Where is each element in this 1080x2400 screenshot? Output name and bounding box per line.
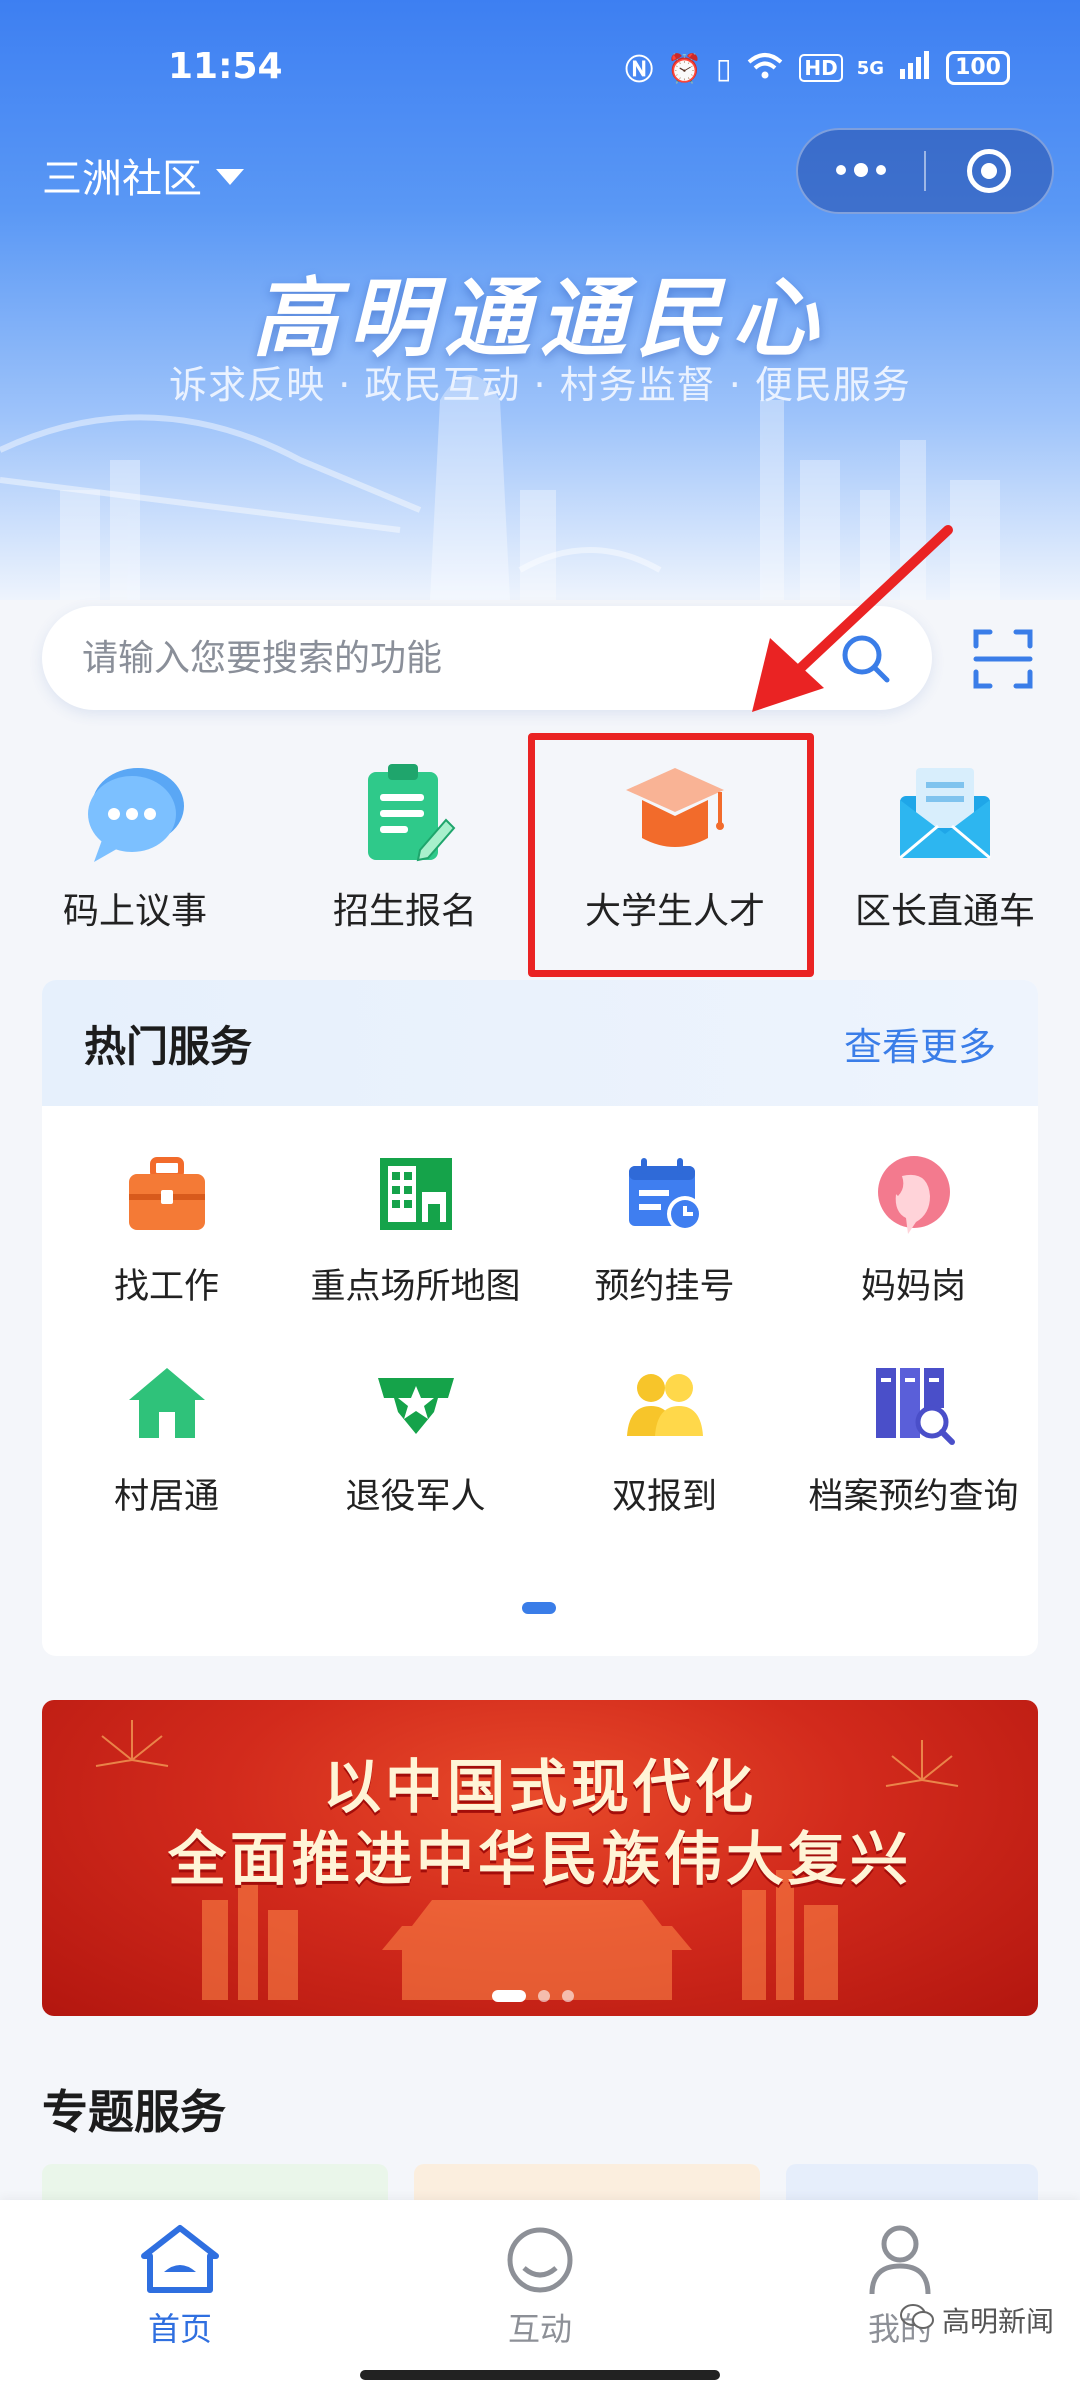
service-item[interactable]: 找工作: [42, 1106, 291, 1316]
interaction-icon: [500, 2222, 580, 2296]
service-item[interactable]: 妈妈岗: [789, 1106, 1038, 1316]
tab-home[interactable]: 首页: [80, 2222, 280, 2350]
quick-entry-label: 码上议事: [62, 891, 207, 932]
topic-cards-row: [42, 2164, 1038, 2204]
close-miniprogram-icon[interactable]: [926, 149, 1052, 193]
topic-card[interactable]: [42, 2164, 388, 2204]
service-label: 双报到: [611, 1477, 717, 1517]
promo-banner[interactable]: 以中国式现代化 全面推进中华民族伟大复兴: [42, 1700, 1038, 2016]
banner-pagination: [492, 1990, 574, 2002]
quick-entry-item[interactable]: 码上议事: [0, 740, 270, 950]
hero-subtitle: 诉求反映 · 政民互动 · 村务监督 · 便民服务: [169, 363, 911, 407]
wechat-icon: [899, 2303, 934, 2338]
wifi-icon: [745, 50, 785, 87]
nfc-icon: Ⓝ: [625, 53, 654, 86]
scan-icon[interactable]: [972, 628, 1034, 690]
quick-entry-label: 招生报名: [332, 891, 477, 932]
community-name: 三洲社区: [42, 156, 202, 202]
vibrate-icon: ▯: [715, 51, 732, 85]
service-item[interactable]: 村居通: [42, 1316, 291, 1526]
banner-line2: 全面推进中华民族伟大复兴: [167, 1825, 912, 1893]
people-group-icon: [623, 1362, 707, 1446]
envelope-icon: [890, 758, 1000, 868]
watermark-text: 高明新闻: [941, 2305, 1054, 2338]
community-selector[interactable]: 三洲社区: [42, 146, 244, 204]
topic-card[interactable]: [414, 2164, 760, 2204]
service-label: 档案预约查询: [808, 1477, 1019, 1517]
user-icon: [860, 2222, 940, 2296]
tab-label: 首页: [147, 2310, 212, 2348]
service-item[interactable]: 双报到: [540, 1316, 789, 1526]
network-label: 5G: [856, 57, 885, 79]
clipboard-pen-icon: [350, 758, 460, 868]
alarm-icon: ⏰: [667, 51, 702, 85]
quick-entry-item[interactable]: 招生报名: [270, 740, 540, 950]
service-label: 村居通: [113, 1477, 219, 1517]
dropdown-caret-icon: [216, 169, 244, 185]
page-indicator: [522, 1602, 556, 1614]
more-menu-icon[interactable]: [798, 163, 924, 177]
highlight-box: [528, 733, 814, 977]
pointer-arrow-annotation: [752, 525, 953, 712]
watermark: 高明新闻: [899, 2300, 1054, 2340]
service-item[interactable]: 预约挂号: [540, 1106, 789, 1316]
tab-label: 互动: [507, 2310, 572, 2348]
hot-services-header: 热门服务 查看更多: [42, 980, 1038, 1106]
service-item[interactable]: 退役军人: [291, 1316, 540, 1526]
topic-section-title: 专题服务: [42, 2085, 226, 2139]
battery-level: 100: [946, 51, 1010, 85]
section-title: 热门服务: [84, 1021, 253, 1071]
service-label: 退役军人: [345, 1477, 486, 1517]
service-label: 预约挂号: [594, 1267, 735, 1307]
hot-services-panel: 热门服务 查看更多 找工作 重点场所地图 预约挂号 妈妈岗 村居通 退役军人 双…: [42, 980, 1038, 1656]
search-input[interactable]: [82, 637, 838, 679]
archive-search-icon: [872, 1362, 956, 1446]
home-indicator: [360, 2370, 720, 2380]
quick-entry-label: 区长直通车: [854, 891, 1035, 932]
building-map-icon: [374, 1152, 458, 1236]
star-badge-icon: [374, 1362, 458, 1446]
service-label: 重点场所地图: [310, 1267, 521, 1307]
chat-bubble-icon: [80, 758, 190, 868]
status-time: 11:54: [168, 46, 283, 87]
miniprogram-capsule: [796, 128, 1054, 214]
quick-entry-item[interactable]: 区长直通车: [810, 740, 1080, 950]
service-item[interactable]: 重点场所地图: [291, 1106, 540, 1316]
service-label: 找工作: [113, 1267, 219, 1307]
home-icon: [140, 2222, 220, 2296]
woman-profile-icon: [872, 1152, 956, 1236]
calendar-clock-icon: [623, 1152, 707, 1236]
signal-icon: [898, 50, 932, 86]
service-item[interactable]: 档案预约查询: [789, 1316, 1038, 1526]
house-icon: [125, 1362, 209, 1446]
topic-card[interactable]: [786, 2164, 1038, 2204]
briefcase-icon: [125, 1152, 209, 1236]
view-more-link[interactable]: 查看更多: [844, 1016, 996, 1071]
status-bar: 11:54 Ⓝ ⏰ ▯ HD 5G 100: [0, 38, 1080, 98]
hd-badge: HD: [799, 54, 843, 82]
service-label: 妈妈岗: [860, 1267, 966, 1307]
tab-interaction[interactable]: 互动: [440, 2222, 640, 2350]
